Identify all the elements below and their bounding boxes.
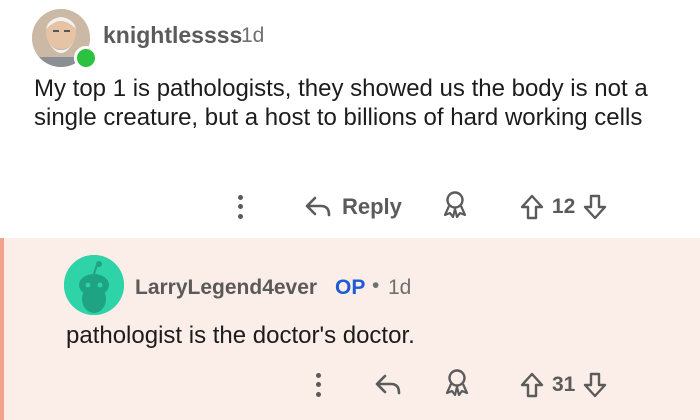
- comment-knightlessss: knightlessss 1d My top 1 is pathologists…: [0, 0, 700, 238]
- award-button[interactable]: [442, 190, 468, 223]
- online-status-icon: [74, 46, 98, 70]
- vote-score: 12: [551, 194, 576, 218]
- comment-age: 1d: [388, 276, 412, 299]
- reply-arrow-icon: [375, 374, 401, 394]
- reply-button[interactable]: Reply: [304, 194, 402, 220]
- separator-dot: •: [372, 274, 380, 297]
- reply-label: Reply: [342, 193, 402, 219]
- upvote-arrow-icon[interactable]: [520, 194, 544, 220]
- comment-larrylegend4ever: LarryLegend4ever OP • 1d pathologist is …: [0, 238, 700, 420]
- reply-arrow-icon: [305, 196, 331, 216]
- more-options-icon[interactable]: [316, 372, 322, 397]
- upvote-arrow-icon[interactable]: [520, 372, 544, 398]
- reply-button[interactable]: [374, 373, 402, 397]
- comment-age: 1d: [241, 24, 265, 47]
- comment-author[interactable]: knightlessss: [103, 22, 242, 49]
- award-icon: [445, 369, 469, 396]
- comment-body: pathologist is the doctor's doctor.: [66, 322, 415, 349]
- award-icon: [443, 191, 467, 218]
- downvote-arrow-icon[interactable]: [583, 194, 607, 220]
- award-button[interactable]: [444, 368, 470, 401]
- comment-actions: Reply 12: [238, 190, 607, 223]
- comment-body: My top 1 is pathologists, they showed us…: [34, 75, 648, 131]
- downvote-arrow-icon[interactable]: [583, 372, 607, 398]
- more-options-icon[interactable]: [238, 194, 244, 219]
- comment-author[interactable]: LarryLegend4ever: [135, 276, 317, 300]
- comment-actions: 31: [316, 368, 607, 401]
- op-badge: OP: [335, 276, 366, 299]
- avatar[interactable]: [64, 255, 124, 315]
- vote-score: 31: [552, 372, 576, 396]
